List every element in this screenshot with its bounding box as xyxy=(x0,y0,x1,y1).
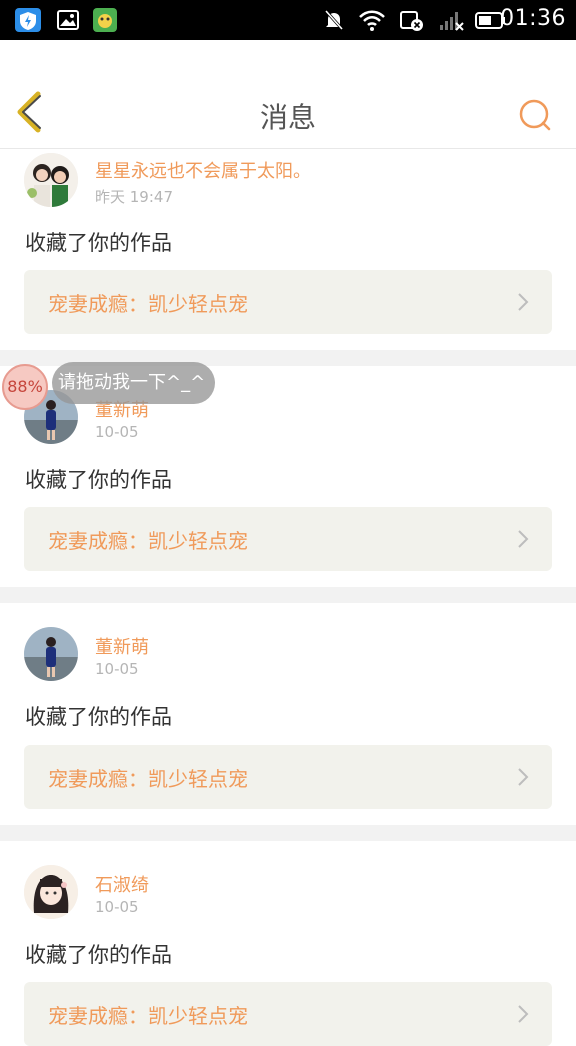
status-bar: 01:36 xyxy=(0,0,576,40)
divider xyxy=(0,825,576,841)
shield-app-icon xyxy=(15,8,41,32)
message-time: 昨天 19:47 xyxy=(95,188,173,206)
gallery-icon xyxy=(57,10,79,30)
message-time: 10-05 xyxy=(95,660,139,678)
message-item: 星星永远也不会属于太阳。 昨天 19:47 收藏了你的作品 宠妻成瘾：凯少轻点宠 xyxy=(0,149,576,350)
action-text: 收藏了你的作品 xyxy=(25,705,172,729)
action-text: 收藏了你的作品 xyxy=(25,943,172,967)
page-title: 消息 xyxy=(259,101,316,134)
avatar[interactable] xyxy=(24,627,78,681)
work-link[interactable]: 宠妻成瘾：凯少轻点宠 xyxy=(24,745,552,809)
wifi-icon xyxy=(359,10,385,31)
work-link[interactable]: 宠妻成瘾：凯少轻点宠 xyxy=(24,982,552,1046)
divider xyxy=(0,587,576,603)
message-item: 石淑绮 10-05 收藏了你的作品 宠妻成瘾：凯少轻点宠 xyxy=(0,841,576,1046)
avatar[interactable] xyxy=(24,865,78,919)
chevron-right-icon xyxy=(518,768,529,786)
app-store-icon xyxy=(93,8,117,32)
status-time: 01:36 xyxy=(500,6,566,31)
chevron-right-icon xyxy=(518,530,529,548)
drag-tip[interactable]: 请拖动我一下^_^ xyxy=(52,362,216,404)
signal-icon xyxy=(440,12,464,31)
message-time: 10-05 xyxy=(95,423,139,441)
work-title: 宠妻成瘾：凯少轻点宠 xyxy=(48,529,248,553)
username[interactable]: 董新萌 xyxy=(95,633,149,659)
sim-card-icon xyxy=(400,11,423,31)
action-text: 收藏了你的作品 xyxy=(25,231,172,255)
chevron-right-icon xyxy=(518,1005,529,1023)
work-title: 宠妻成瘾：凯少轻点宠 xyxy=(48,767,248,791)
work-link[interactable]: 宠妻成瘾：凯少轻点宠 xyxy=(24,507,552,571)
work-link[interactable]: 宠妻成瘾：凯少轻点宠 xyxy=(24,270,552,334)
chevron-right-icon xyxy=(518,293,529,311)
floating-percent-badge[interactable]: 88% xyxy=(2,364,48,410)
mute-icon xyxy=(324,10,344,30)
work-title: 宠妻成瘾：凯少轻点宠 xyxy=(48,1004,248,1028)
message-item: 董新萌 10-05 收藏了你的作品 宠妻成瘾：凯少轻点宠 xyxy=(0,603,576,825)
search-icon[interactable] xyxy=(516,96,556,136)
work-title: 宠妻成瘾：凯少轻点宠 xyxy=(48,292,248,316)
message-time: 10-05 xyxy=(95,898,139,916)
username[interactable]: 石淑绮 xyxy=(95,871,149,897)
header: 消息 xyxy=(0,40,576,149)
action-text: 收藏了你的作品 xyxy=(25,468,172,492)
username[interactable]: 星星永远也不会属于太阳。 xyxy=(95,157,311,183)
avatar[interactable] xyxy=(24,153,78,207)
